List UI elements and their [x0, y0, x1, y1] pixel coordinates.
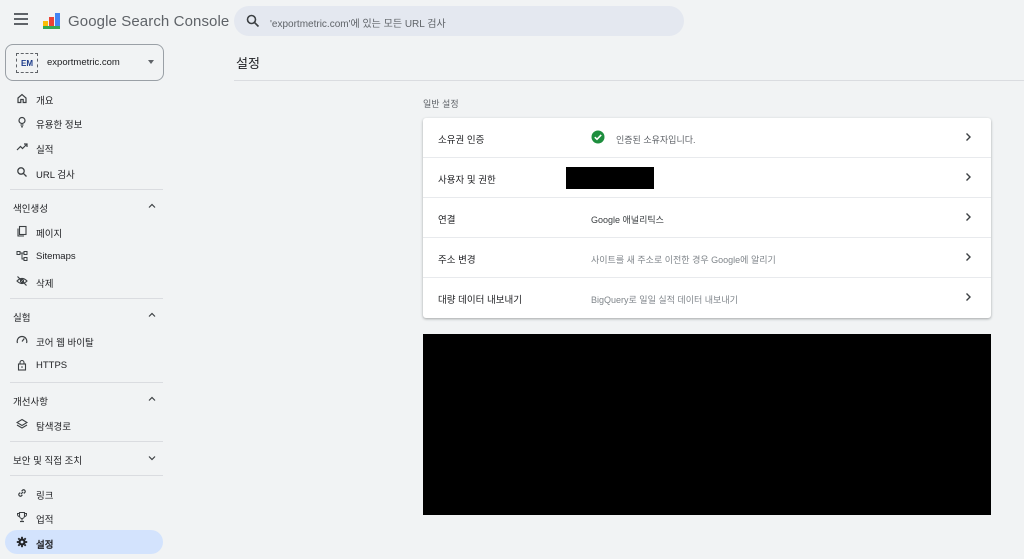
- row-title: 대량 데이터 내보내기: [438, 295, 522, 306]
- search-console-logo-icon: [43, 13, 60, 29]
- section-title: 개선사항: [13, 397, 48, 408]
- pages-icon: [17, 225, 27, 237]
- sidebar-item-core-web-vitals[interactable]: 코어 웹 바이탈: [5, 328, 163, 352]
- sidebar-item-settings[interactable]: 설정: [5, 530, 163, 554]
- row-title: 연결: [438, 215, 456, 226]
- redacted-block: [566, 167, 654, 189]
- sidebar-item-overview[interactable]: 개요: [5, 86, 163, 110]
- page-title: 설정: [236, 56, 260, 71]
- chevron-right-icon: [966, 213, 971, 221]
- app-logo-text[interactable]: Google Search Console: [68, 13, 229, 30]
- sidebar-item-label: Sitemaps: [36, 251, 76, 262]
- section-title: 색인생성: [13, 204, 48, 215]
- sidebar-divider: [10, 189, 163, 190]
- sidebar-item-label: 페이지: [36, 229, 63, 240]
- link-icon: [18, 489, 26, 497]
- section-label: 일반 설정: [423, 99, 459, 109]
- sidebar-item-label: URL 검사: [36, 170, 75, 181]
- sidebar-item-sitemaps[interactable]: Sitemaps: [5, 244, 163, 268]
- sidebar-item-label: 유용한 정보: [36, 120, 83, 131]
- sidebar-item-https[interactable]: HTTPS: [5, 353, 163, 377]
- sidebar-item-label: 코어 웹 바이탈: [36, 338, 94, 349]
- sidebar-divider: [10, 382, 163, 383]
- main-content: 설정 일반 설정 소유권 인증 인증된 소유자입니다. 사용자 및 권한 연결 …: [172, 44, 1024, 559]
- lock-icon: [17, 359, 27, 371]
- dropdown-arrow-icon: [148, 60, 154, 64]
- settings-row-bulk-data-export[interactable]: 대량 데이터 내보내기 BigQuery로 일일 실적 데이터 내보내기: [423, 278, 991, 318]
- settings-row-change-of-address[interactable]: 주소 변경 사이트를 새 주소로 이전한 경우 Google에 알리기: [423, 238, 991, 278]
- chevron-right-icon: [966, 173, 971, 181]
- property-name: exportmetric.com: [47, 57, 120, 68]
- sidebar-item-label: 삭제: [36, 279, 54, 290]
- trending-up-icon: [16, 143, 28, 151]
- sidebar-item-label: 링크: [36, 491, 54, 502]
- chevron-right-icon: [966, 133, 971, 141]
- settings-row-users-permissions[interactable]: 사용자 및 권한: [423, 158, 991, 198]
- sidebar-item-label: 실적: [36, 145, 54, 156]
- gear-icon: [16, 536, 28, 548]
- row-value: BigQuery로 일일 실적 데이터 내보내기: [591, 295, 738, 305]
- top-app-bar: Google Search Console 'exportmetric.com'…: [0, 0, 1024, 44]
- sidebar-item-breadcrumbs[interactable]: 탐색경로: [5, 412, 163, 436]
- sitemap-icon: [16, 251, 28, 261]
- settings-row-associations[interactable]: 연결 Google 애널리틱스: [423, 198, 991, 238]
- lightbulb-icon: [18, 116, 26, 128]
- sidebar-item-label: 설정: [36, 540, 54, 551]
- sidebar-divider: [10, 475, 163, 476]
- sidebar-item-label: HTTPS: [36, 360, 68, 371]
- layers-icon: [16, 418, 28, 429]
- chevron-up-icon: [148, 396, 156, 401]
- row-value: 사이트를 새 주소로 이전한 경우 Google에 알리기: [591, 255, 776, 265]
- row-title: 소유권 인증: [438, 135, 485, 146]
- row-value: 인증된 소유자입니다.: [616, 135, 696, 145]
- section-enhancements[interactable]: 개선사항: [0, 388, 172, 410]
- sidebar-item-insights[interactable]: 유용한 정보: [5, 110, 163, 134]
- chevron-down-icon: [148, 456, 156, 461]
- sidebar-item-removals[interactable]: 삭제: [5, 269, 163, 293]
- sidebar-item-performance[interactable]: 실적: [5, 135, 163, 159]
- sidebar-item-achievements[interactable]: 업적: [5, 505, 163, 529]
- chevron-up-icon: [148, 203, 156, 208]
- search-icon: [17, 167, 27, 177]
- section-title: 보안 및 직접 조치: [13, 456, 83, 467]
- chevron-up-icon: [148, 312, 156, 317]
- search-icon: [246, 14, 260, 28]
- check-circle-icon: [591, 130, 605, 144]
- property-selector[interactable]: EM exportmetric.com: [5, 44, 164, 81]
- row-title: 주소 변경: [438, 255, 476, 266]
- sidebar-item-url-inspection[interactable]: URL 검사: [5, 160, 163, 184]
- row-value: Google 애널리틱스: [591, 215, 664, 225]
- sidebar-item-links[interactable]: 링크: [5, 481, 163, 505]
- sidebar-item-label: 탐색경로: [36, 422, 71, 433]
- trophy-icon: [16, 511, 28, 523]
- speed-gauge-icon: [16, 336, 28, 344]
- section-security-manual-actions[interactable]: 보안 및 직접 조치: [0, 447, 172, 469]
- sidebar-item-label: 개요: [36, 96, 54, 107]
- chevron-right-icon: [966, 293, 971, 301]
- menu-icon[interactable]: [14, 13, 28, 25]
- sidebar-divider: [10, 441, 163, 442]
- url-inspection-search[interactable]: 'exportmetric.com'에 있는 모든 URL 검사: [234, 6, 684, 36]
- chevron-right-icon: [966, 253, 971, 261]
- visibility-off-icon: [16, 276, 28, 286]
- row-title: 사용자 및 권한: [438, 175, 496, 186]
- section-experience[interactable]: 실험: [0, 304, 172, 326]
- settings-card: 소유권 인증 인증된 소유자입니다. 사용자 및 권한 연결 Google 애널…: [423, 118, 991, 318]
- sidebar-item-label: 업적: [36, 515, 54, 526]
- redacted-block: [423, 334, 991, 515]
- section-indexing[interactable]: 색인생성: [0, 195, 172, 217]
- title-divider: [234, 80, 1024, 81]
- sidebar-item-pages[interactable]: 페이지: [5, 219, 163, 243]
- section-title: 실험: [13, 313, 31, 324]
- settings-row-ownership[interactable]: 소유권 인증 인증된 소유자입니다.: [423, 118, 991, 158]
- sidebar: EM exportmetric.com 개요 유용한 정보 실적 URL 검사 …: [0, 44, 172, 559]
- search-placeholder: 'exportmetric.com'에 있는 모든 URL 검사: [270, 19, 446, 30]
- sidebar-divider: [10, 298, 163, 299]
- property-favicon: EM: [16, 53, 38, 73]
- home-icon: [17, 93, 27, 104]
